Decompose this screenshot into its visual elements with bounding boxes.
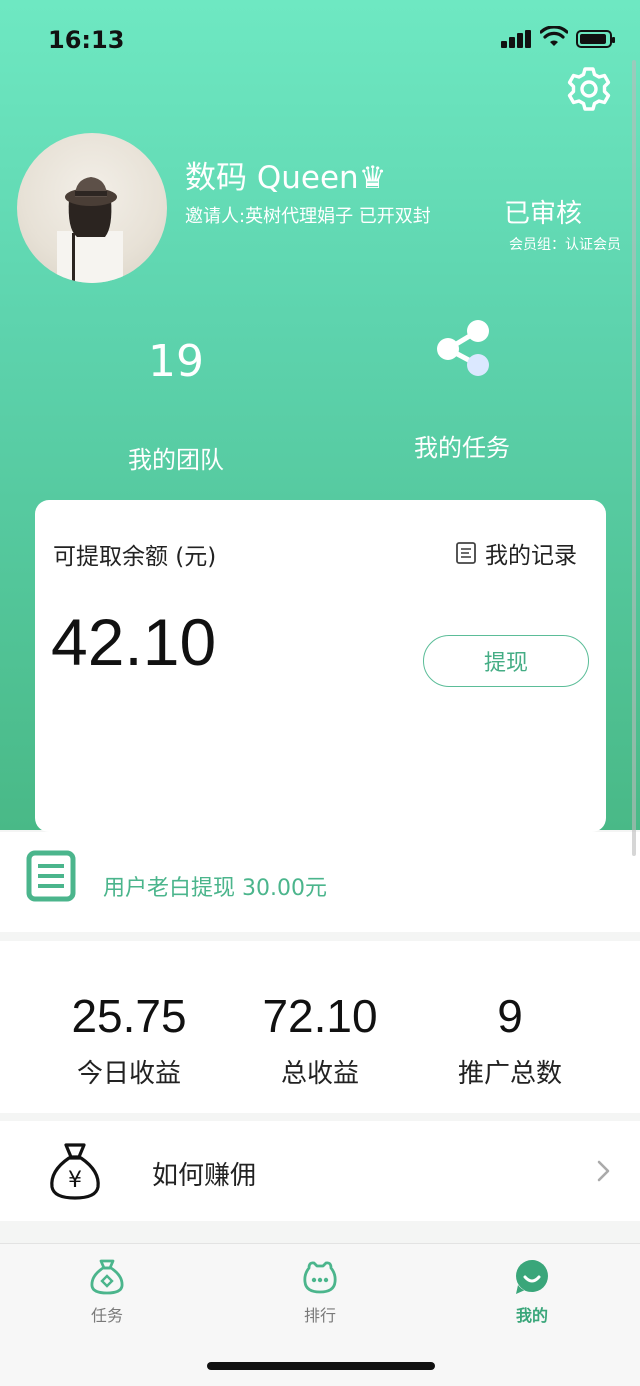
tab-label: 排行 bbox=[303, 1306, 336, 1325]
tab-ranking[interactable]: 排行 bbox=[260, 1258, 380, 1326]
stat-label: 今日收益 bbox=[76, 1059, 181, 1089]
document-icon bbox=[456, 542, 476, 564]
scrollbar[interactable] bbox=[632, 60, 636, 856]
share-icon[interactable] bbox=[434, 319, 492, 379]
wifi-icon bbox=[540, 26, 568, 46]
nickname: 数码 Queen♛ bbox=[185, 160, 387, 196]
team-count[interactable]: 19 bbox=[100, 336, 252, 387]
balance-title: 可提取余额 (元) bbox=[53, 544, 217, 570]
my-records-link[interactable]: 我的记录 bbox=[455, 536, 577, 570]
how-to-earn-label: 如何赚佣 bbox=[152, 1161, 257, 1191]
stat-label: 总收益 bbox=[280, 1059, 359, 1089]
chevron-right-icon bbox=[597, 1160, 610, 1182]
ranking-icon bbox=[303, 1261, 337, 1294]
my-tasks-link[interactable]: 我的任务 bbox=[386, 428, 538, 463]
tab-mine[interactable]: 我的 bbox=[472, 1258, 592, 1326]
settings-gear-icon[interactable] bbox=[566, 66, 612, 112]
task-bag-icon bbox=[90, 1259, 124, 1295]
home-indicator bbox=[207, 1362, 435, 1370]
status-time: 16:13 bbox=[48, 26, 125, 54]
withdraw-button[interactable]: 提现 bbox=[423, 635, 589, 687]
money-bag-icon: ¥ bbox=[50, 1143, 100, 1200]
my-records-label: 我的记录 bbox=[485, 543, 577, 569]
stat-today-earnings: 25.75 今日收益 bbox=[29, 989, 229, 1090]
stat-value: 9 bbox=[497, 990, 523, 1042]
how-to-earn-row[interactable]: ¥ 如何赚佣 bbox=[0, 1121, 640, 1221]
my-team-link[interactable]: 我的团队 bbox=[100, 440, 252, 475]
stat-value: 72.10 bbox=[262, 990, 378, 1042]
avatar[interactable] bbox=[17, 133, 167, 283]
status-bar: 16:13 bbox=[0, 0, 640, 80]
stat-value: 25.75 bbox=[71, 990, 187, 1042]
member-group: 会员组：认证会员 bbox=[509, 237, 621, 253]
signal-icon bbox=[501, 30, 533, 48]
profile-icon bbox=[516, 1260, 548, 1294]
avatar-photo bbox=[57, 177, 123, 283]
tab-tasks[interactable]: 任务 bbox=[47, 1258, 167, 1326]
svg-text:¥: ¥ bbox=[68, 1168, 82, 1193]
balance-amount: 42.10 bbox=[51, 605, 217, 679]
stat-label: 推广总数 bbox=[457, 1059, 562, 1089]
audit-status: 已审核 bbox=[504, 199, 583, 229]
list-document-icon bbox=[26, 850, 76, 902]
tab-label: 任务 bbox=[90, 1306, 123, 1325]
earnings-stats: 25.75 今日收益 72.10 总收益 9 推广总数 bbox=[0, 941, 640, 1113]
tab-label: 我的 bbox=[515, 1306, 548, 1325]
stat-total-earnings: 72.10 总收益 bbox=[220, 989, 420, 1090]
balance-card: 可提取余额 (元) 我的记录 42.10 提现 bbox=[35, 500, 606, 832]
stat-promotion-count: 9 推广总数 bbox=[410, 989, 610, 1090]
battery-icon bbox=[576, 30, 615, 48]
inviter-text: 邀请人:英树代理娟子 已开双封 bbox=[185, 206, 431, 227]
withdraw-notice-bar: 用户老白提现 30.00元 bbox=[0, 832, 640, 932]
notice-text: 用户老白提现 30.00元 bbox=[103, 876, 327, 901]
